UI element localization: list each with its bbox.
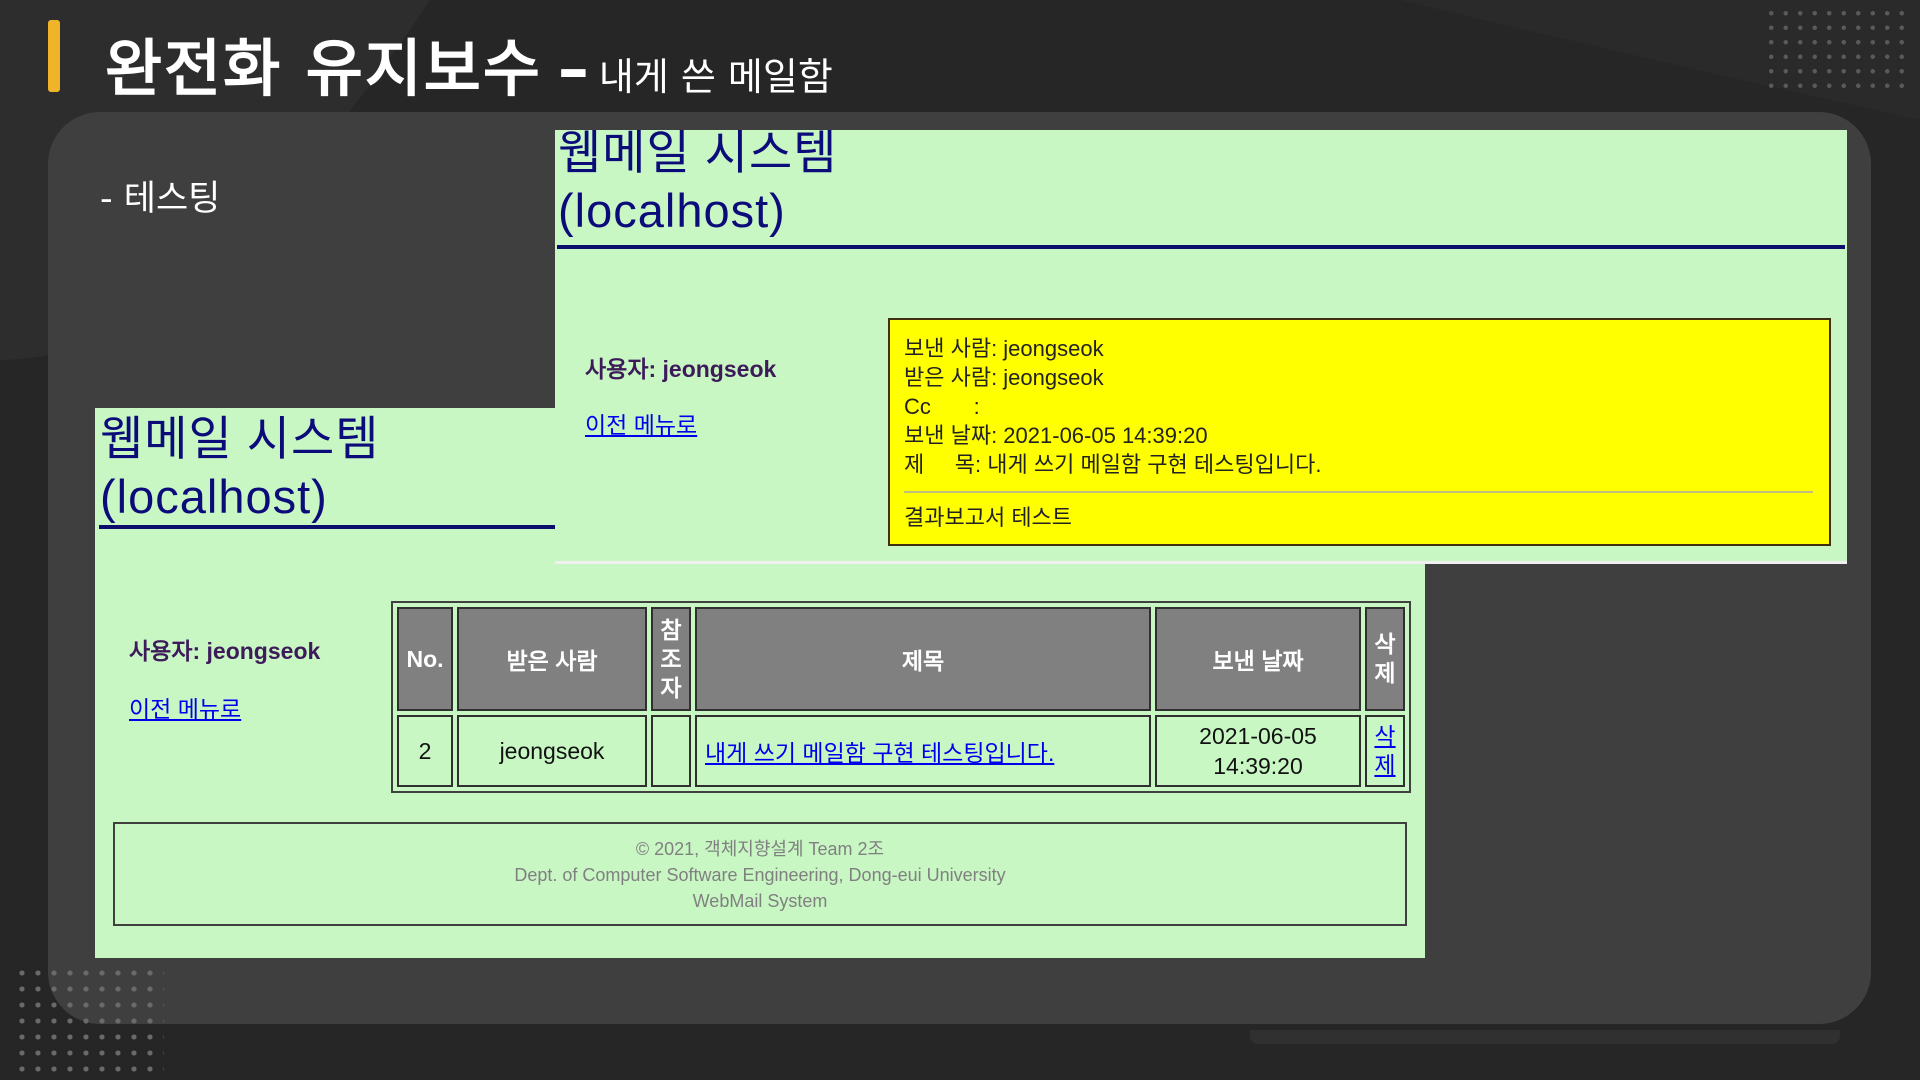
mail-table: No. 받은 사람 참 조 자 제목 보낸 날짜 삭 제 2 jeongseok… — [391, 601, 1411, 793]
page-footer: © 2021, 객체지향설계 Team 2조 Dept. of Computer… — [113, 822, 1407, 926]
message-body: 결과보고서 테스트 — [904, 505, 1073, 530]
panel-shadow — [1250, 1030, 1840, 1044]
col-header-delete: 삭 제 — [1365, 607, 1405, 711]
cell-cc — [651, 715, 691, 787]
title-dash: – — [557, 32, 589, 105]
footer-dept: Dept. of Computer Software Engineering, … — [514, 865, 1006, 885]
webmail-title-line1: 웹메일 시스템 — [100, 412, 380, 465]
date-line2: 14:39:20 — [1213, 753, 1303, 779]
message-from: 보낸 사람: jeongseok — [904, 336, 1104, 361]
table-row: 2 jeongseok 내게 쓰기 메일함 구현 테스팅입니다. 2021-06… — [397, 715, 1405, 787]
dot-pattern-bottom-left — [14, 965, 164, 1075]
cell-recipient: jeongseok — [457, 715, 647, 787]
message-cc: Cc : — [904, 394, 980, 419]
col-header-cc: 참 조 자 — [651, 607, 691, 711]
slide-title: 완전화 유지보수 – 내게 쓴 메일함 — [105, 18, 833, 108]
date-line1: 2021-06-05 — [1199, 723, 1317, 749]
col-header-subject: 제목 — [695, 607, 1151, 711]
delete-link[interactable]: 삭제 — [1374, 723, 1395, 778]
dot-pattern-top-right — [1764, 6, 1914, 98]
message-to: 받은 사람: jeongseok — [904, 365, 1104, 390]
message-date: 보낸 날짜: 2021-06-05 14:39:20 — [904, 423, 1208, 448]
bullet-testing: - 테스팅 — [100, 179, 221, 219]
message-separator — [904, 491, 1813, 493]
webmail-title-line2: (localhost) — [100, 470, 328, 523]
col-header-no: No. — [397, 607, 453, 711]
footer-copyright: © 2021, 객체지향설계 Team 2조 — [635, 839, 885, 859]
webmail-title-line1: 웹메일 시스템 — [558, 130, 838, 179]
user-label: 사용자: jeongseok — [585, 356, 777, 382]
col-header-recipient: 받은 사람 — [457, 607, 647, 711]
user-label: 사용자: jeongseok — [129, 638, 321, 664]
header-divider — [99, 525, 555, 529]
webmail-title: 웹메일 시스템 (localhost) — [558, 130, 838, 240]
prev-menu-link[interactable]: 이전 메뉴로 — [129, 690, 241, 724]
cell-subject: 내게 쓰기 메일함 구현 테스팅입니다. — [695, 715, 1151, 787]
title-main: 완전화 유지보수 — [105, 32, 542, 105]
webmail-title-line2: (localhost) — [558, 184, 786, 237]
cell-no: 2 — [397, 715, 453, 787]
cell-delete: 삭제 — [1365, 715, 1405, 787]
title-subtitle: 내게 쓴 메일함 — [598, 55, 833, 99]
cell-date: 2021-06-05 14:39:20 — [1155, 715, 1361, 787]
subject-link[interactable]: 내게 쓰기 메일함 구현 테스팅입니다. — [705, 740, 1054, 766]
message-box: 보낸 사람: jeongseok 받은 사람: jeongseok Cc : 보… — [888, 318, 1831, 546]
prev-menu-link[interactable]: 이전 메뉴로 — [585, 406, 697, 440]
table-header-row: No. 받은 사람 참 조 자 제목 보낸 날짜 삭 제 — [397, 607, 1405, 711]
col-header-date: 보낸 날짜 — [1155, 607, 1361, 711]
title-accent-bar — [48, 20, 60, 92]
header-divider — [557, 245, 1845, 249]
message-view-screenshot: 웹메일 시스템 (localhost) 사용자: jeongseok 이전 메뉴… — [555, 130, 1847, 564]
webmail-title: 웹메일 시스템 (localhost) — [100, 410, 380, 526]
message-subject: 제 목: 내게 쓰기 메일함 구현 테스팅입니다. — [904, 452, 1322, 477]
footer-system: WebMail System — [692, 891, 828, 911]
